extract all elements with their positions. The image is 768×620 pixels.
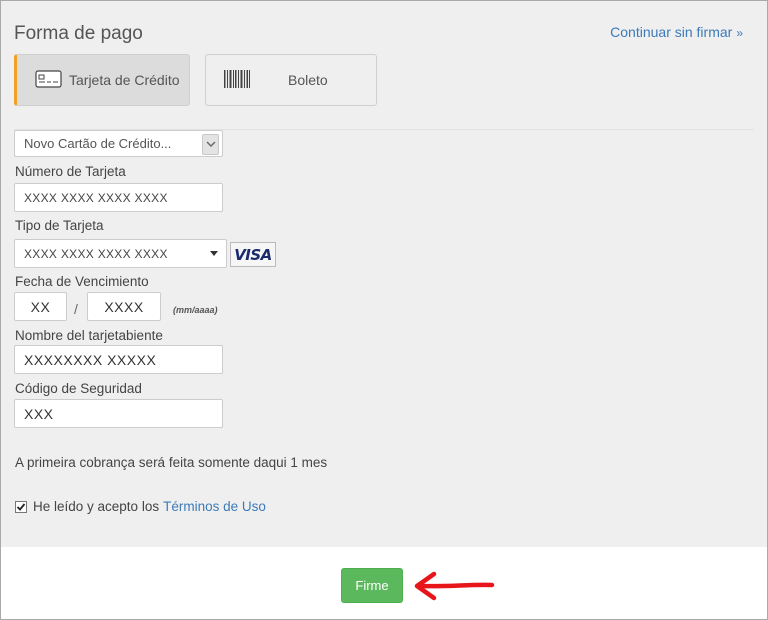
- security-code-label: Código de Seguridad: [15, 381, 142, 396]
- red-arrow-icon: [412, 568, 496, 609]
- continue-link-label: Continuar sin firmar: [610, 24, 733, 40]
- payment-method-credit-card[interactable]: Tarjeta de Crédito: [14, 54, 190, 106]
- terms-row: He leído y acepto los Términos de Uso: [15, 499, 266, 514]
- caret-down-icon: [210, 251, 218, 256]
- visa-logo: VISA: [230, 242, 276, 267]
- holder-name-value: XXXXXXXX XXXXX: [24, 351, 157, 368]
- payment-method-label: Boleto: [288, 72, 328, 88]
- terms-checkbox[interactable]: [15, 500, 27, 513]
- billing-notice: A primeira cobrança será feita somente d…: [15, 455, 328, 470]
- date-separator: /: [74, 301, 78, 317]
- expiration-year-input[interactable]: XXXX: [87, 292, 161, 321]
- saved-card-select[interactable]: Novo Cartão de Crédito...: [14, 130, 223, 157]
- payment-method-label: Tarjeta de Crédito: [69, 72, 180, 88]
- terms-of-use-link[interactable]: Términos de Uso: [163, 499, 266, 514]
- card-number-input[interactable]: XXXX XXXX XXXX XXXX: [14, 183, 223, 212]
- payment-method-boleto[interactable]: Boleto: [205, 54, 377, 106]
- date-format-hint: (mm/aaaa): [173, 305, 218, 315]
- chevron-down-icon: [202, 134, 219, 155]
- terms-text: He leído y acepto los: [33, 499, 160, 514]
- page-title: Forma de pago: [14, 23, 143, 44]
- card-type-label: Tipo de Tarjeta: [15, 218, 104, 233]
- security-code-input[interactable]: XXX: [14, 399, 223, 428]
- card-number-value: XXXX XXXX XXXX XXXX: [24, 190, 168, 205]
- double-chevron-right-icon: »: [736, 26, 743, 40]
- card-type-select[interactable]: XXXX XXXX XXXX XXXX: [14, 239, 227, 268]
- expiration-label: Fecha de Vencimiento: [15, 274, 149, 289]
- security-code-value: XXX: [24, 405, 54, 422]
- payment-panel: Forma de pago Continuar sin firmar» Tarj…: [1, 1, 767, 547]
- expiration-month-input[interactable]: XX: [14, 292, 67, 321]
- card-number-label: Número de Tarjeta: [15, 164, 126, 179]
- card-type-value: XXXX XXXX XXXX XXXX: [24, 246, 168, 261]
- credit-card-icon: [35, 69, 62, 91]
- expiration-year-value: XXXX: [104, 298, 144, 315]
- sign-button[interactable]: Firme: [341, 568, 403, 603]
- holder-name-input[interactable]: XXXXXXXX XXXXX: [14, 345, 223, 374]
- expiration-month-value: XX: [30, 298, 51, 315]
- barcode-icon: [224, 69, 250, 91]
- continue-without-signing-link[interactable]: Continuar sin firmar»: [610, 24, 743, 40]
- holder-name-label: Nombre del tarjetabiente: [15, 328, 163, 343]
- checkmark-icon: [16, 502, 26, 511]
- saved-card-select-value: Novo Cartão de Crédito...: [24, 136, 172, 151]
